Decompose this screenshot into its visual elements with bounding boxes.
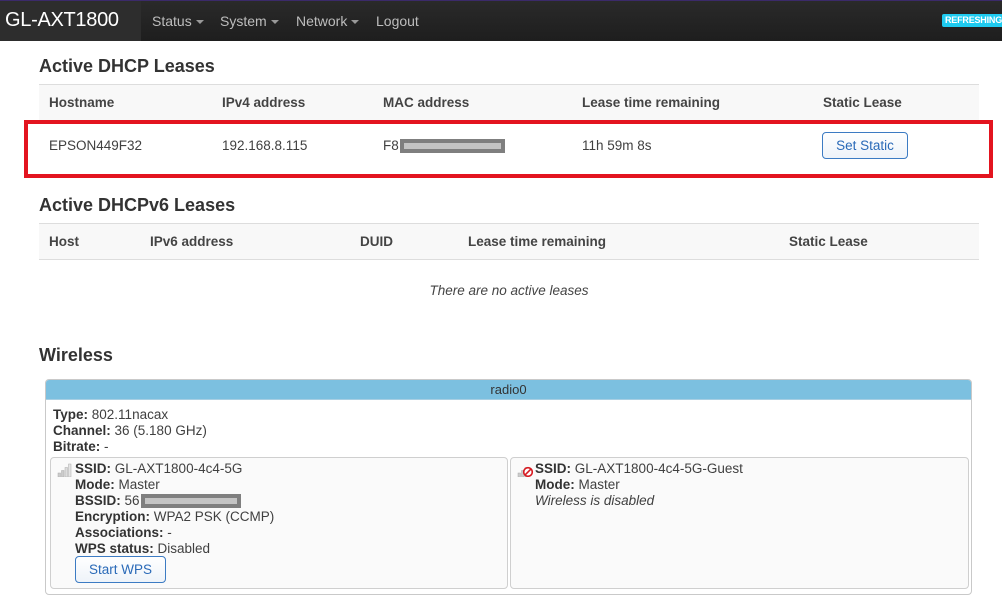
caret-down-icon bbox=[195, 20, 204, 25]
nav-logout-label: Logout bbox=[376, 13, 419, 29]
start-wps-button[interactable]: Start WPS bbox=[75, 556, 166, 583]
nav-network[interactable]: Network bbox=[296, 13, 360, 29]
network-wps-status: WPS status: Disabled bbox=[75, 541, 211, 556]
nav-system-label: System bbox=[220, 13, 267, 29]
dhcpv6-table-header: Host IPv6 address DUID Lease time remain… bbox=[39, 223, 979, 260]
signal-disabled-icon bbox=[517, 466, 533, 477]
network-ssid: SSID: GL-AXT1800-4c4-5G bbox=[75, 461, 243, 476]
network-disabled-status: Wireless is disabled bbox=[535, 493, 655, 508]
col-mac: MAC address bbox=[383, 95, 470, 110]
col-ipv6: IPv6 address bbox=[150, 234, 234, 249]
radio-channel: Channel: 36 (5.180 GHz) bbox=[53, 423, 207, 438]
no-leases-message: There are no active leases bbox=[429, 283, 589, 298]
mac-prefix: F8 bbox=[383, 138, 399, 153]
redacted-block bbox=[399, 139, 505, 154]
top-navbar: GL-AXT1800 Status System Network Logout … bbox=[0, 0, 1002, 41]
network-details: SSID: GL-AXT1800-4c4-5G-Guest Mode: Mast… bbox=[535, 461, 743, 509]
radio-info: Type: 802.11nacax Channel: 36 (5.180 GHz… bbox=[53, 407, 207, 455]
network-associations: Associations: - bbox=[75, 525, 172, 540]
col-ipv4: IPv4 address bbox=[222, 95, 306, 110]
nav-system[interactable]: System bbox=[220, 13, 279, 29]
radio-bitrate: Bitrate: - bbox=[53, 439, 109, 454]
redacted-block bbox=[140, 494, 241, 509]
col-static-lease: Static Lease bbox=[823, 95, 902, 110]
wireless-title: Wireless bbox=[39, 345, 113, 365]
col-hostname: Hostname bbox=[49, 95, 115, 110]
caret-down-icon bbox=[270, 20, 279, 25]
dhcp-table-header: Hostname IPv4 address MAC address Lease … bbox=[39, 84, 979, 121]
col-host: Host bbox=[49, 234, 79, 249]
nav-status-label: Status bbox=[152, 13, 192, 29]
nav-network-label: Network bbox=[296, 13, 348, 29]
col-lease-time: Lease time remaining bbox=[582, 95, 721, 110]
network-card: SSID: GL-AXT1800-4c4-5G Mode: Master BSS… bbox=[50, 457, 508, 589]
network-bssid: BSSID: 56 bbox=[75, 493, 274, 509]
lease-time-remaining: 11h 59m 8s bbox=[582, 138, 652, 153]
set-static-button[interactable]: Set Static bbox=[822, 132, 908, 159]
nav-status[interactable]: Status bbox=[152, 13, 204, 29]
dhcp-leases-title: Active DHCP Leases bbox=[39, 56, 215, 76]
brand-logo[interactable]: GL-AXT1800 bbox=[0, 1, 141, 41]
nav-logout[interactable]: Logout bbox=[376, 13, 419, 29]
network-mode: Mode: Master bbox=[535, 477, 620, 492]
refreshing-badge[interactable]: REFRESHING bbox=[942, 14, 1002, 27]
lease-ipv4: 192.168.8.115 bbox=[222, 138, 308, 153]
radio-type: Type: 802.11nacax bbox=[53, 407, 169, 422]
signal-bars-icon bbox=[57, 463, 72, 477]
lease-mac: F8 bbox=[383, 138, 505, 154]
network-card: SSID: GL-AXT1800-4c4-5G-Guest Mode: Mast… bbox=[510, 457, 969, 589]
radio-panel: radio0 Type: 802.11nacax Channel: 36 (5.… bbox=[45, 379, 972, 595]
network-mode: Mode: Master bbox=[75, 477, 160, 492]
caret-down-icon bbox=[351, 20, 360, 25]
radio-name: radio0 bbox=[46, 380, 971, 400]
lease-hostname: EPSON449F32 bbox=[49, 138, 143, 153]
col-lease-time-v6: Lease time remaining bbox=[468, 234, 607, 249]
dhcpv6-leases-title: Active DHCPv6 Leases bbox=[39, 195, 236, 215]
network-ssid: SSID: GL-AXT1800-4c4-5G-Guest bbox=[535, 461, 743, 476]
col-duid: DUID bbox=[360, 234, 393, 249]
network-encryption: Encryption: WPA2 PSK (CCMP) bbox=[75, 509, 275, 524]
network-details: SSID: GL-AXT1800-4c4-5G Mode: Master BSS… bbox=[75, 461, 274, 557]
col-static-lease-v6: Static Lease bbox=[789, 234, 868, 249]
